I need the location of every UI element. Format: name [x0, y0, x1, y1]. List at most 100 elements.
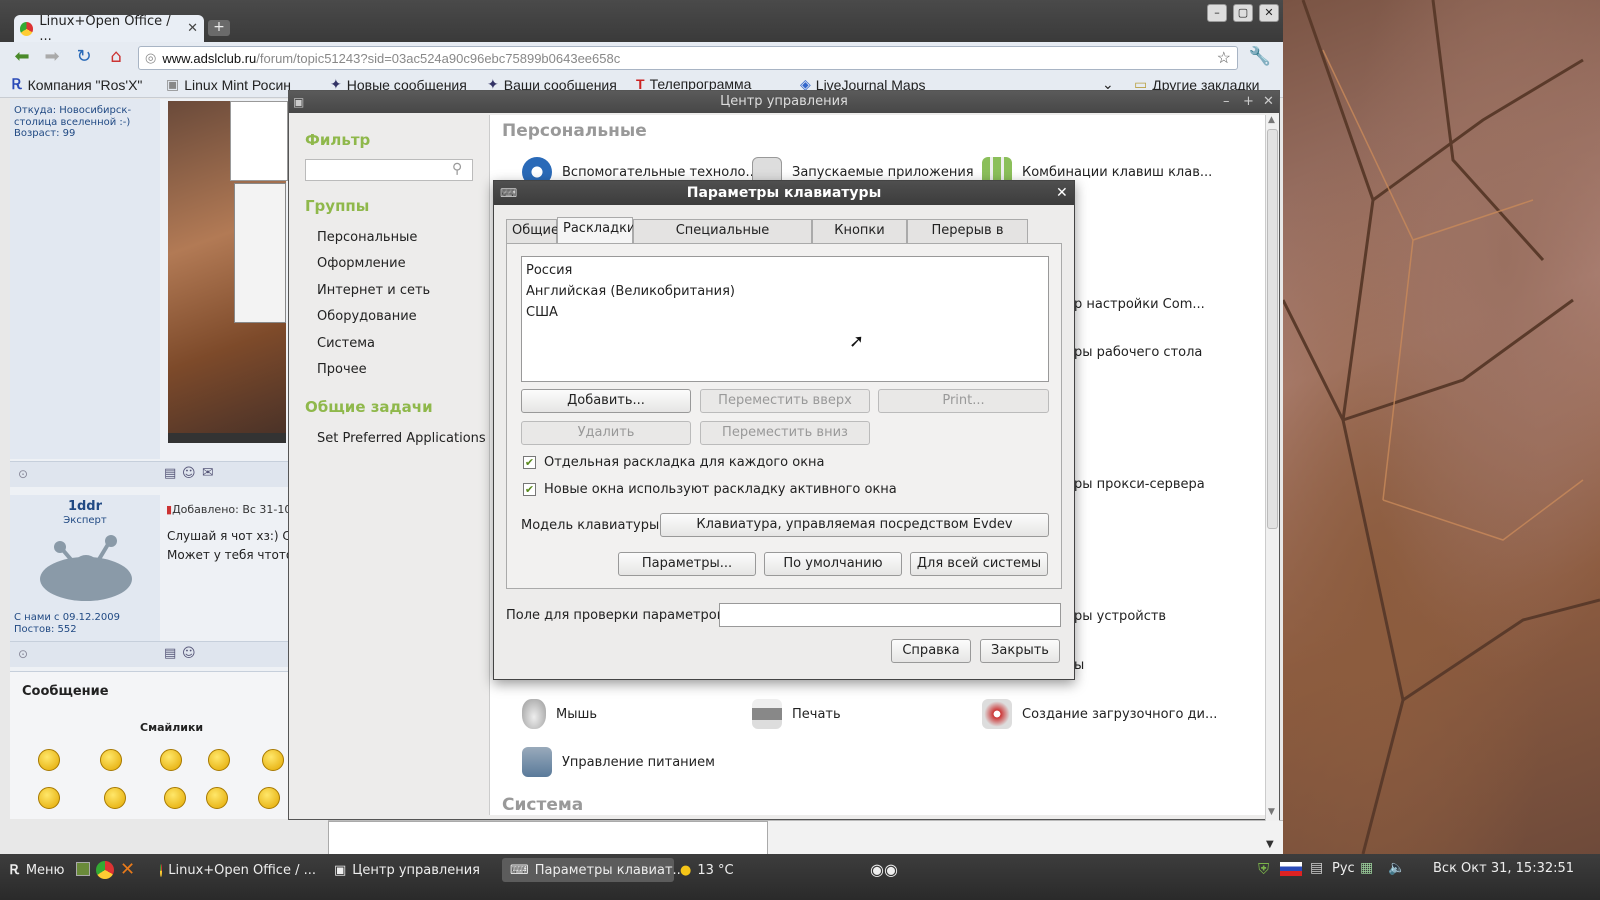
app-print[interactable]: Печать: [752, 699, 841, 729]
mail-icon[interactable]: ✉: [202, 465, 214, 481]
bookmark-item[interactable]: ▣ Linux Mint Росин: [166, 76, 291, 93]
volume-icon[interactable]: 🔈: [1388, 860, 1405, 876]
apply-system-wide-button[interactable]: Для всей системы: [910, 552, 1048, 576]
task-browser[interactable]: Linux+Open Office / ...: [152, 858, 324, 882]
smiley-icon[interactable]: [38, 787, 60, 809]
bookmark-item[interactable]: Ꭱ Компания "Ros'X": [12, 76, 142, 93]
layout-list[interactable]: Россия Английская (Великобритания) США ➚: [521, 256, 1049, 382]
address-bar[interactable]: ◎ www.adslclub.ru/forum/topic51243?sid=0…: [138, 46, 1238, 70]
clock[interactable]: Вск Окт 31, 15:32:51: [1433, 861, 1574, 876]
user-icon[interactable]: ☺: [182, 466, 196, 481]
tab-close-icon[interactable]: ✕: [187, 21, 198, 36]
tab-general[interactable]: Общие: [506, 219, 559, 243]
remove-layout-button[interactable]: Удалить: [521, 421, 691, 445]
bookmark-star-icon[interactable]: ☆: [1217, 48, 1231, 68]
group-personal[interactable]: Персональные: [317, 230, 417, 245]
chrome-launcher-icon[interactable]: [96, 861, 114, 879]
network-icon[interactable]: ▦: [1360, 860, 1373, 876]
group-appearance[interactable]: Оформление: [317, 256, 406, 271]
checkbox-checked-icon[interactable]: ✔: [523, 456, 536, 469]
app-bootdisk[interactable]: Создание загрузочного ди...: [982, 699, 1217, 729]
minimize-icon[interactable]: –: [1223, 91, 1230, 113]
profile-icon[interactable]: ▤: [164, 646, 176, 661]
wrench-icon[interactable]: 🔧: [1248, 46, 1272, 68]
app-power[interactable]: Управление питанием: [522, 747, 715, 777]
office-launcher-icon[interactable]: ✕: [120, 859, 135, 880]
app-mouse[interactable]: Мышь: [522, 699, 597, 729]
app-devices[interactable]: ры устройств: [1074, 609, 1166, 624]
reset-default-button[interactable]: По умолчанию: [764, 552, 902, 576]
browser-tab[interactable]: Linux+Open Office / ... ✕: [14, 14, 204, 44]
group-internet[interactable]: Интернет и сеть: [317, 283, 430, 298]
user-icon[interactable]: ☺: [182, 646, 196, 661]
maximize-icon[interactable]: ▢: [1233, 4, 1253, 22]
close-icon[interactable]: ✕: [1056, 181, 1068, 205]
smiley-icon[interactable]: [262, 749, 284, 771]
window-titlebar[interactable]: ▣ Центр управления – + ✕: [289, 91, 1279, 113]
close-icon[interactable]: ✕: [1263, 91, 1274, 113]
scrollbar-thumb[interactable]: [1267, 129, 1278, 529]
filter-input[interactable]: ⚲: [305, 159, 473, 181]
group-system[interactable]: Система: [317, 336, 375, 351]
keyboard-layout-indicator[interactable]: Рус: [1332, 861, 1355, 876]
smiley-icon[interactable]: [100, 749, 122, 771]
group-other[interactable]: Прочее: [317, 362, 367, 377]
move-up-button[interactable]: Переместить вверх: [700, 389, 870, 413]
print-button[interactable]: Print...: [878, 389, 1049, 413]
move-down-button[interactable]: Переместить вниз: [700, 421, 870, 445]
username[interactable]: 1ddr: [10, 499, 160, 514]
tab-accessibility[interactable]: Специальные возможности: [633, 219, 812, 260]
new-window-layout-checkbox[interactable]: ✔ Новые окна используют раскладку активно…: [523, 482, 897, 497]
menu-button[interactable]: Ꭱ Меню: [2, 858, 73, 882]
smiley-icon[interactable]: [208, 749, 230, 771]
keyboard-model-button[interactable]: Клавиатура, управляемая посредством Evde…: [660, 513, 1049, 537]
russian-flag-icon[interactable]: [1280, 862, 1302, 876]
scroll-down-icon[interactable]: ▼: [1266, 839, 1274, 850]
separate-layout-checkbox[interactable]: ✔ Отдельная раскладка для каждого окна: [523, 455, 825, 470]
reply-textarea[interactable]: [328, 821, 768, 855]
tab-layouts[interactable]: Раскладки: [557, 217, 635, 244]
smiley-icon[interactable]: [104, 787, 126, 809]
list-item[interactable]: США: [526, 302, 1044, 323]
screenshot-thumbnail[interactable]: [168, 101, 288, 443]
window-menu-icon[interactable]: ▣: [293, 91, 304, 113]
group-hardware[interactable]: Оборудование: [317, 309, 417, 324]
scroll-down-icon[interactable]: ▼: [1268, 807, 1275, 817]
tab-mouse-keys[interactable]: Кнопки мыши: [812, 219, 907, 260]
scrollbar[interactable]: ▲ ▼: [1265, 115, 1279, 821]
weather-applet[interactable]: ● 13 °C: [672, 858, 742, 882]
profile-icon[interactable]: ▤: [164, 466, 176, 481]
close-icon[interactable]: ✕: [1259, 4, 1279, 22]
close-button[interactable]: Закрыть: [980, 639, 1060, 663]
smiley-icon[interactable]: [38, 749, 60, 771]
minimize-icon[interactable]: –: [1207, 4, 1227, 22]
options-button[interactable]: Параметры...: [618, 552, 756, 576]
task-preferred-apps[interactable]: Set Preferred Applications: [317, 431, 486, 446]
forward-icon[interactable]: ➡: [40, 46, 64, 68]
test-input[interactable]: [719, 603, 1061, 627]
dialog-titlebar[interactable]: ⌨ Параметры клавиатуры ✕: [494, 181, 1074, 205]
home-icon[interactable]: ⌂: [104, 46, 128, 68]
maximize-icon[interactable]: +: [1243, 91, 1254, 113]
app-compiz[interactable]: р настройки Com...: [1074, 297, 1205, 312]
smiley-icon[interactable]: [160, 749, 182, 771]
scroll-up-icon[interactable]: ▲: [1268, 115, 1275, 125]
reload-icon[interactable]: ↻: [72, 46, 96, 68]
app-proxy[interactable]: ры прокси-сервера: [1074, 477, 1205, 492]
help-button[interactable]: Справка: [891, 639, 971, 663]
show-desktop-icon[interactable]: [76, 862, 90, 876]
checkbox-checked-icon[interactable]: ✔: [523, 483, 536, 496]
new-tab-button[interactable]: +: [208, 20, 230, 36]
list-item[interactable]: Россия: [526, 260, 1044, 281]
add-layout-button[interactable]: Добавить...: [521, 389, 691, 413]
clipboard-icon[interactable]: ▤: [1310, 860, 1323, 876]
app-misc[interactable]: ы: [1074, 658, 1084, 673]
tab-typing-break[interactable]: Перерыв в работе: [907, 219, 1028, 260]
smiley-icon[interactable]: [258, 787, 280, 809]
task-keyboard-prefs[interactable]: ⌨ Параметры клавиат...: [502, 858, 685, 882]
smiley-icon[interactable]: [206, 787, 228, 809]
shield-icon[interactable]: ⛨: [1258, 860, 1269, 878]
smiley-icon[interactable]: [164, 787, 186, 809]
list-item[interactable]: Английская (Великобритания): [526, 281, 1044, 302]
app-desktop[interactable]: ры рабочего стола: [1074, 345, 1202, 360]
